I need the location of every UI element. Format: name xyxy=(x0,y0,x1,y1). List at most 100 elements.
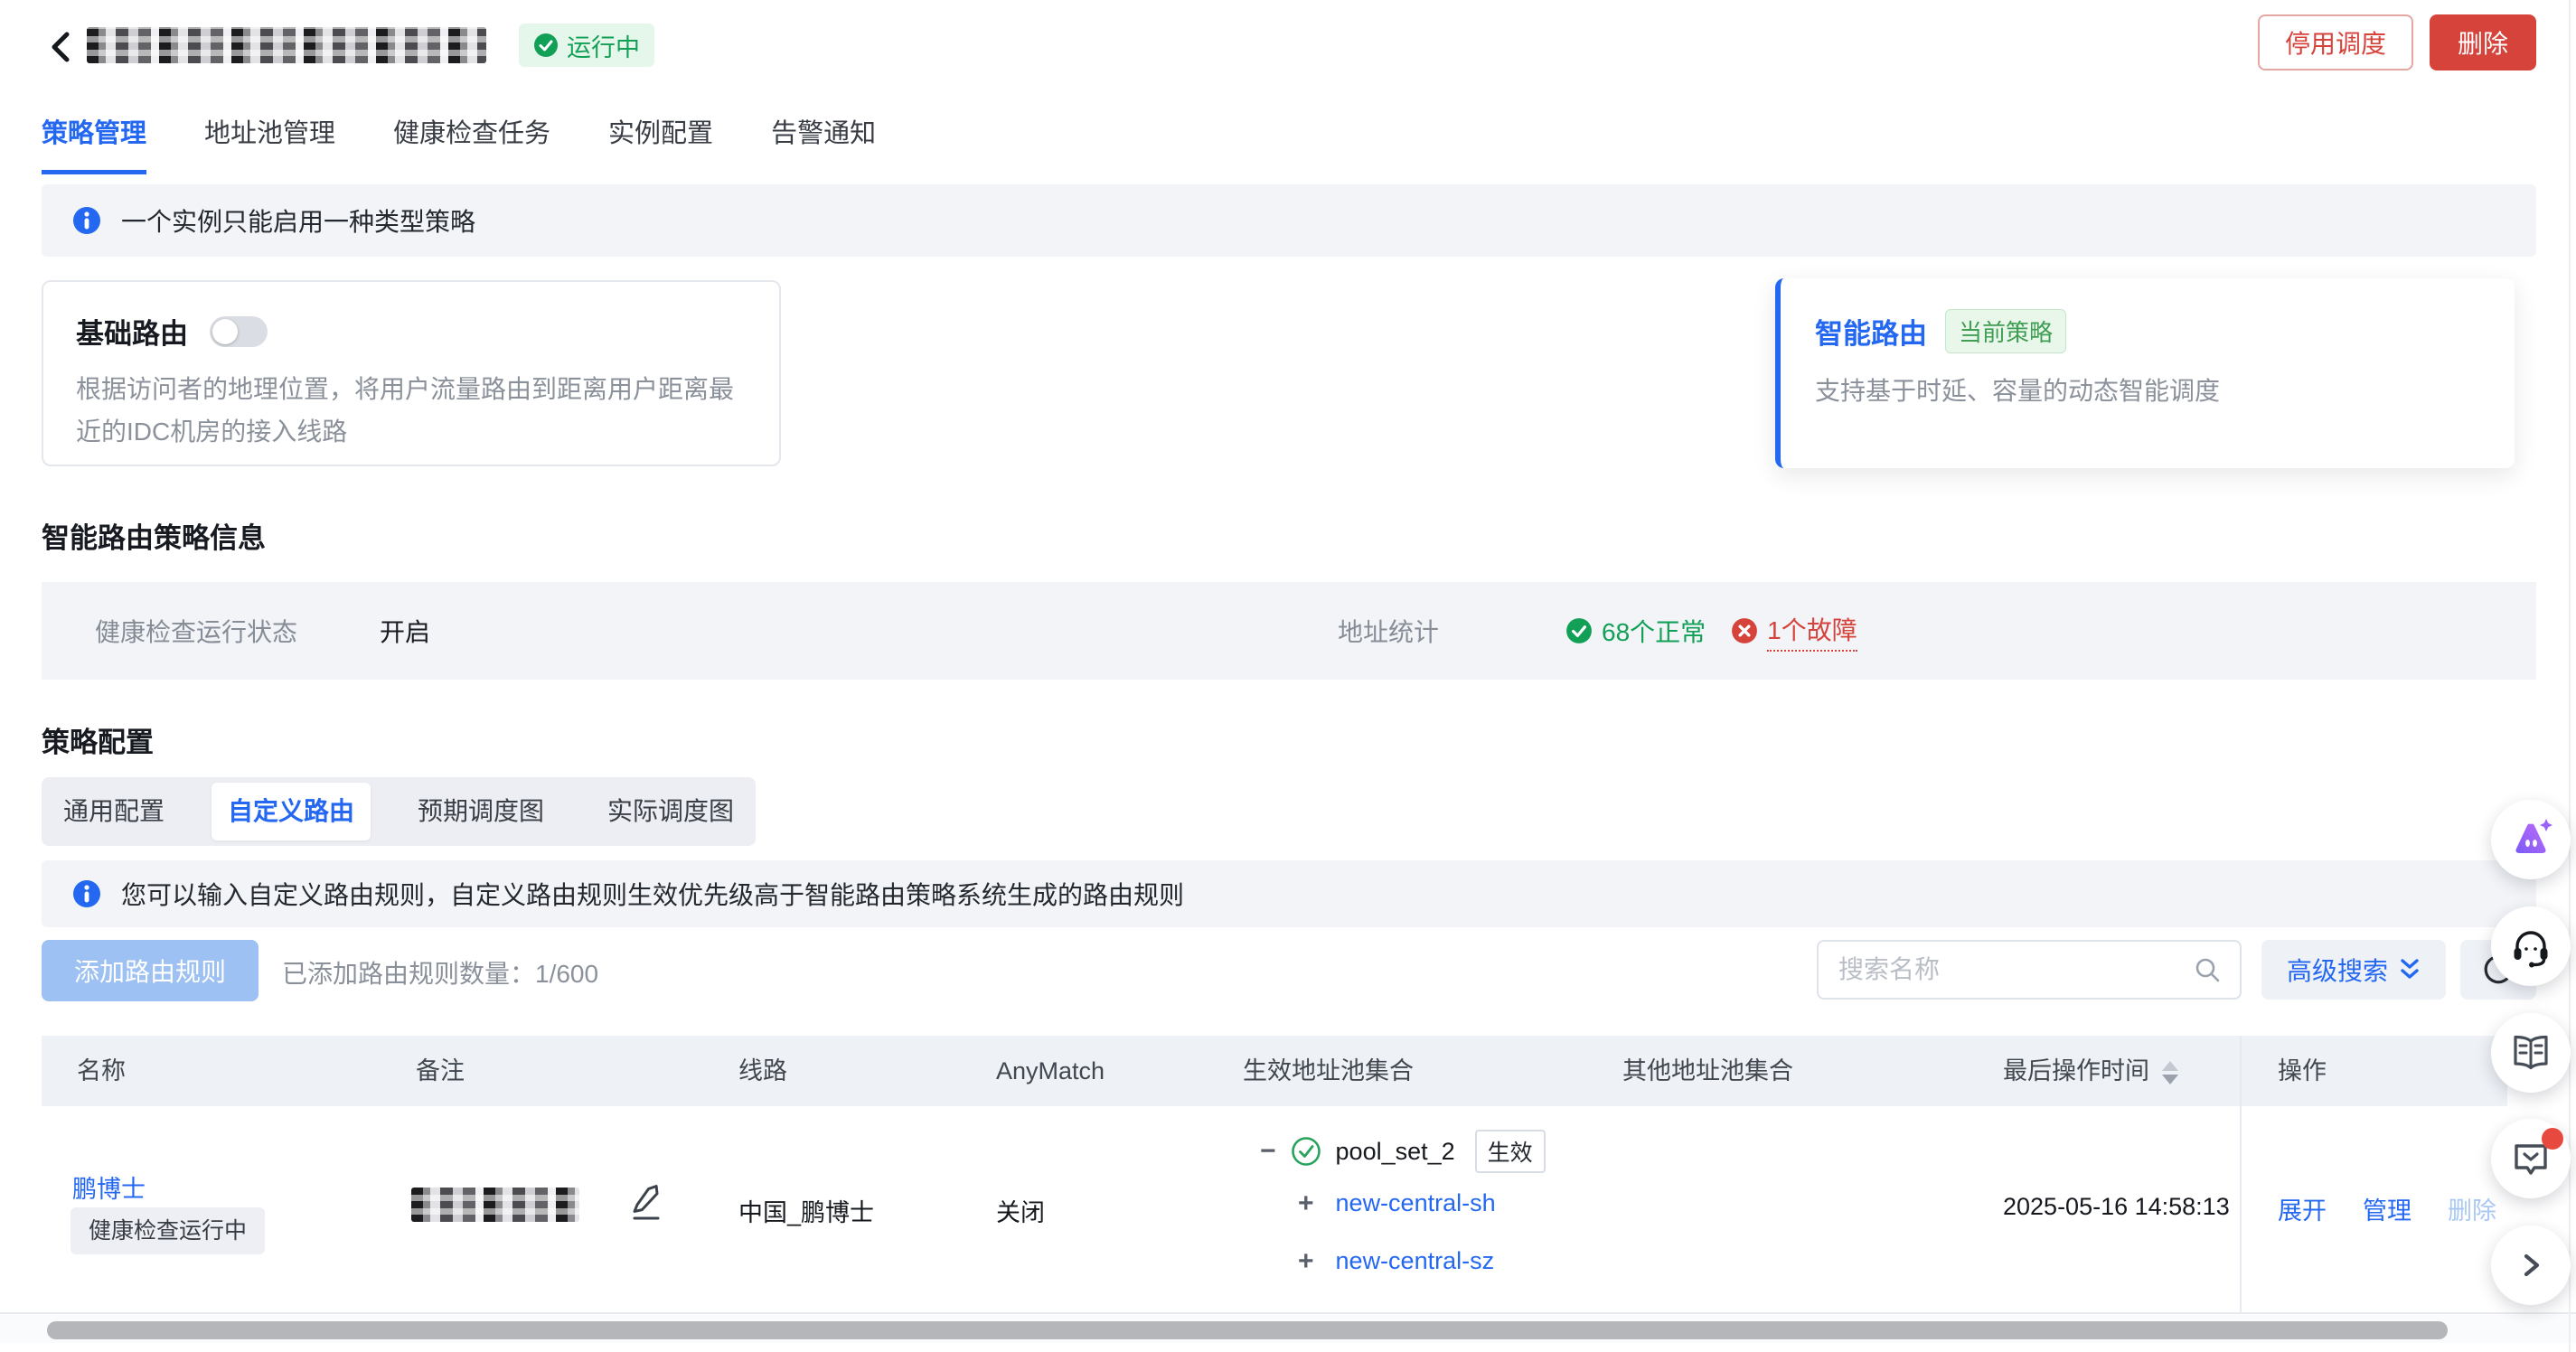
scheduling-instance-page: 运行中 停用调度 删除 策略管理 地址池管理 健康检查任务 实例配置 告警通知 … xyxy=(0,0,2576,1352)
add-route-rule-button[interactable]: 添加路由规则 xyxy=(42,940,259,1001)
back-button[interactable] xyxy=(42,27,81,67)
health-check-status-value: 开启 xyxy=(380,582,430,680)
tab-alert-notification[interactable]: 告警通知 xyxy=(771,112,876,174)
fault-address-stat[interactable]: 1个故障 xyxy=(1731,611,1857,652)
horizontal-scrollbar-thumb[interactable] xyxy=(47,1321,2448,1339)
check-circle-outline-icon xyxy=(1291,1136,1321,1167)
smart-routing-description: 支持基于时延、容量的动态智能调度 xyxy=(1815,370,2480,412)
col-header-last-operated-label: 最后操作时间 xyxy=(2003,1057,2149,1084)
other-pool-row: + new-central-sz xyxy=(1298,1247,1494,1275)
check-circle-icon xyxy=(1565,617,1593,644)
subtab-general-config[interactable]: 通用配置 xyxy=(47,783,181,840)
address-stats: 68个正常 1个故障 xyxy=(1565,582,1857,680)
subtab-custom-routing[interactable]: 自定义路由 xyxy=(212,783,371,840)
status-badge: 运行中 xyxy=(519,23,654,67)
support-fab[interactable] xyxy=(2491,906,2571,986)
line-cell: 中国_鹏博士 xyxy=(738,1193,874,1228)
expand-toggle[interactable]: + xyxy=(1298,1190,1314,1217)
advanced-search-label: 高级搜索 xyxy=(2287,952,2388,988)
delete-instance-button[interactable]: 删除 xyxy=(2430,14,2536,70)
col-header-actions: 操作 xyxy=(2278,1036,2327,1106)
notification-dot xyxy=(2542,1128,2563,1150)
expand-toggle[interactable]: + xyxy=(1298,1248,1314,1275)
pool-link[interactable]: new-central-sh xyxy=(1336,1189,1496,1217)
search-icon xyxy=(2193,955,2222,984)
col-header-active-pools: 生效地址池集合 xyxy=(1243,1036,1414,1106)
policy-info-panel: 健康检查运行状态 开启 地址统计 68个正常 1个故障 xyxy=(42,582,2536,680)
documentation-fab[interactable] xyxy=(2491,1013,2571,1093)
col-header-other-pools: 其他地址池集合 xyxy=(1622,1036,1793,1106)
x-circle-icon xyxy=(1731,617,1758,644)
active-pool-row: − pool_set_2 生效 xyxy=(1260,1130,1546,1173)
edit-remark-button[interactable] xyxy=(625,1180,665,1224)
nav-tabs: 策略管理 地址池管理 健康检查任务 实例配置 告警通知 xyxy=(42,112,876,174)
subtab-expected-scheduling[interactable]: 预期调度图 xyxy=(401,783,560,840)
custom-route-notice: 您可以输入自定义路由规则，自定义路由规则生效优先级高于智能路由策略系统生成的路由… xyxy=(42,860,2536,927)
basic-routing-card: 基础路由 根据访问者的地理位置，将用户流量路由到距离用户距离最近的IDC机房的接… xyxy=(42,280,781,466)
rule-count-text: 已添加路由规则数量：1/600 xyxy=(282,954,598,991)
health-check-status-label: 健康检查运行状态 xyxy=(95,582,297,680)
tab-policy-management[interactable]: 策略管理 xyxy=(42,112,146,174)
pool-link[interactable]: new-central-sz xyxy=(1336,1247,1495,1275)
anymatch-cell: 关闭 xyxy=(996,1193,1045,1228)
toggle-knob xyxy=(212,319,238,344)
search-box xyxy=(1817,940,2242,1000)
col-header-line: 线路 xyxy=(738,1036,787,1106)
rule-name-link[interactable]: 鹏博士 xyxy=(72,1169,146,1205)
current-policy-badge: 当前策略 xyxy=(1945,309,2066,353)
pencil-icon xyxy=(627,1181,663,1221)
last-operated-cell: 2025-05-16 14:58:13 xyxy=(2003,1193,2230,1221)
route-rules-table: 名称 备注 线路 AnyMatch 生效地址池集合 其他地址池集合 最后操作时间… xyxy=(42,1036,2507,1319)
policy-info-section-title: 智能路由策略信息 xyxy=(42,515,266,556)
horizontal-scrollbar-track xyxy=(0,1312,2576,1343)
tab-address-pool[interactable]: 地址池管理 xyxy=(204,112,335,174)
expand-action[interactable]: 展开 xyxy=(2278,1191,2327,1226)
basic-routing-description: 根据访问者的地理位置，将用户流量路由到距离用户距离最近的IDC机房的接入线路 xyxy=(76,368,747,453)
other-pool-row: + new-central-sh xyxy=(1298,1189,1496,1217)
table-header: 名称 备注 线路 AnyMatch 生效地址池集合 其他地址池集合 最后操作时间… xyxy=(42,1036,2507,1106)
status-badge-label: 运行中 xyxy=(567,28,640,63)
ai-assistant-fab[interactable] xyxy=(2491,800,2571,879)
feedback-fab[interactable] xyxy=(2491,1119,2571,1198)
headset-icon xyxy=(2508,924,2553,969)
fault-count: 1个故障 xyxy=(1767,611,1857,652)
chevron-right-icon xyxy=(2517,1250,2544,1281)
sort-desc-caret xyxy=(2162,1075,2178,1084)
basic-routing-title: 基础路由 xyxy=(76,311,188,352)
search-input[interactable] xyxy=(1838,955,2193,984)
instance-policy-notice: 一个实例只能启用一种类型策略 xyxy=(42,184,2536,257)
open-book-icon xyxy=(2508,1030,2553,1075)
col-header-remark: 备注 xyxy=(416,1036,465,1106)
manage-action[interactable]: 管理 xyxy=(2363,1191,2411,1226)
table-row: 鹏博士 健康检查运行中 中国_鹏博士 关闭 − pool_set_2 生效 + … xyxy=(42,1106,2507,1319)
smart-routing-card[interactable]: 智能路由 当前策略 支持基于时延、容量的动态智能调度 xyxy=(1775,278,2515,468)
delete-action[interactable]: 删除 xyxy=(2448,1191,2496,1226)
double-chevron-down-icon xyxy=(2399,957,2421,982)
notice-text: 一个实例只能启用一种类型策略 xyxy=(121,202,475,239)
tab-instance-config[interactable]: 实例配置 xyxy=(608,112,713,174)
col-header-name: 名称 xyxy=(77,1036,126,1106)
info-icon xyxy=(72,879,101,908)
sort-icon[interactable] xyxy=(2162,1061,2178,1084)
col-header-last-operated: 最后操作时间 xyxy=(2003,1036,2178,1106)
collapse-panel-fab[interactable] xyxy=(2491,1225,2571,1305)
fixed-column-divider xyxy=(2240,1036,2242,1319)
address-stats-label: 地址统计 xyxy=(1338,582,1439,680)
advanced-search-button[interactable]: 高级搜索 xyxy=(2261,940,2446,1000)
health-check-running-badge: 健康检查运行中 xyxy=(71,1207,265,1254)
pool-set-name: pool_set_2 xyxy=(1336,1138,1455,1166)
tab-health-check-tasks[interactable]: 健康检查任务 xyxy=(393,112,550,174)
collapse-toggle[interactable]: − xyxy=(1260,1138,1276,1165)
policy-config-section-title: 策略配置 xyxy=(42,719,154,760)
stop-scheduling-button[interactable]: 停用调度 xyxy=(2258,14,2413,70)
chevron-left-icon xyxy=(42,27,81,67)
normal-address-stat: 68个正常 xyxy=(1565,613,1706,649)
normal-count: 68个正常 xyxy=(1602,613,1706,649)
redacted-domain-name xyxy=(87,27,486,63)
check-circle-icon xyxy=(533,33,559,58)
basic-routing-toggle[interactable] xyxy=(210,316,268,347)
col-header-anymatch: AnyMatch xyxy=(996,1036,1105,1106)
ai-assistant-icon xyxy=(2506,815,2555,864)
notice-text: 您可以输入自定义路由规则，自定义路由规则生效优先级高于智能路由策略系统生成的路由… xyxy=(121,876,1184,912)
subtab-actual-scheduling[interactable]: 实际调度图 xyxy=(591,783,750,840)
